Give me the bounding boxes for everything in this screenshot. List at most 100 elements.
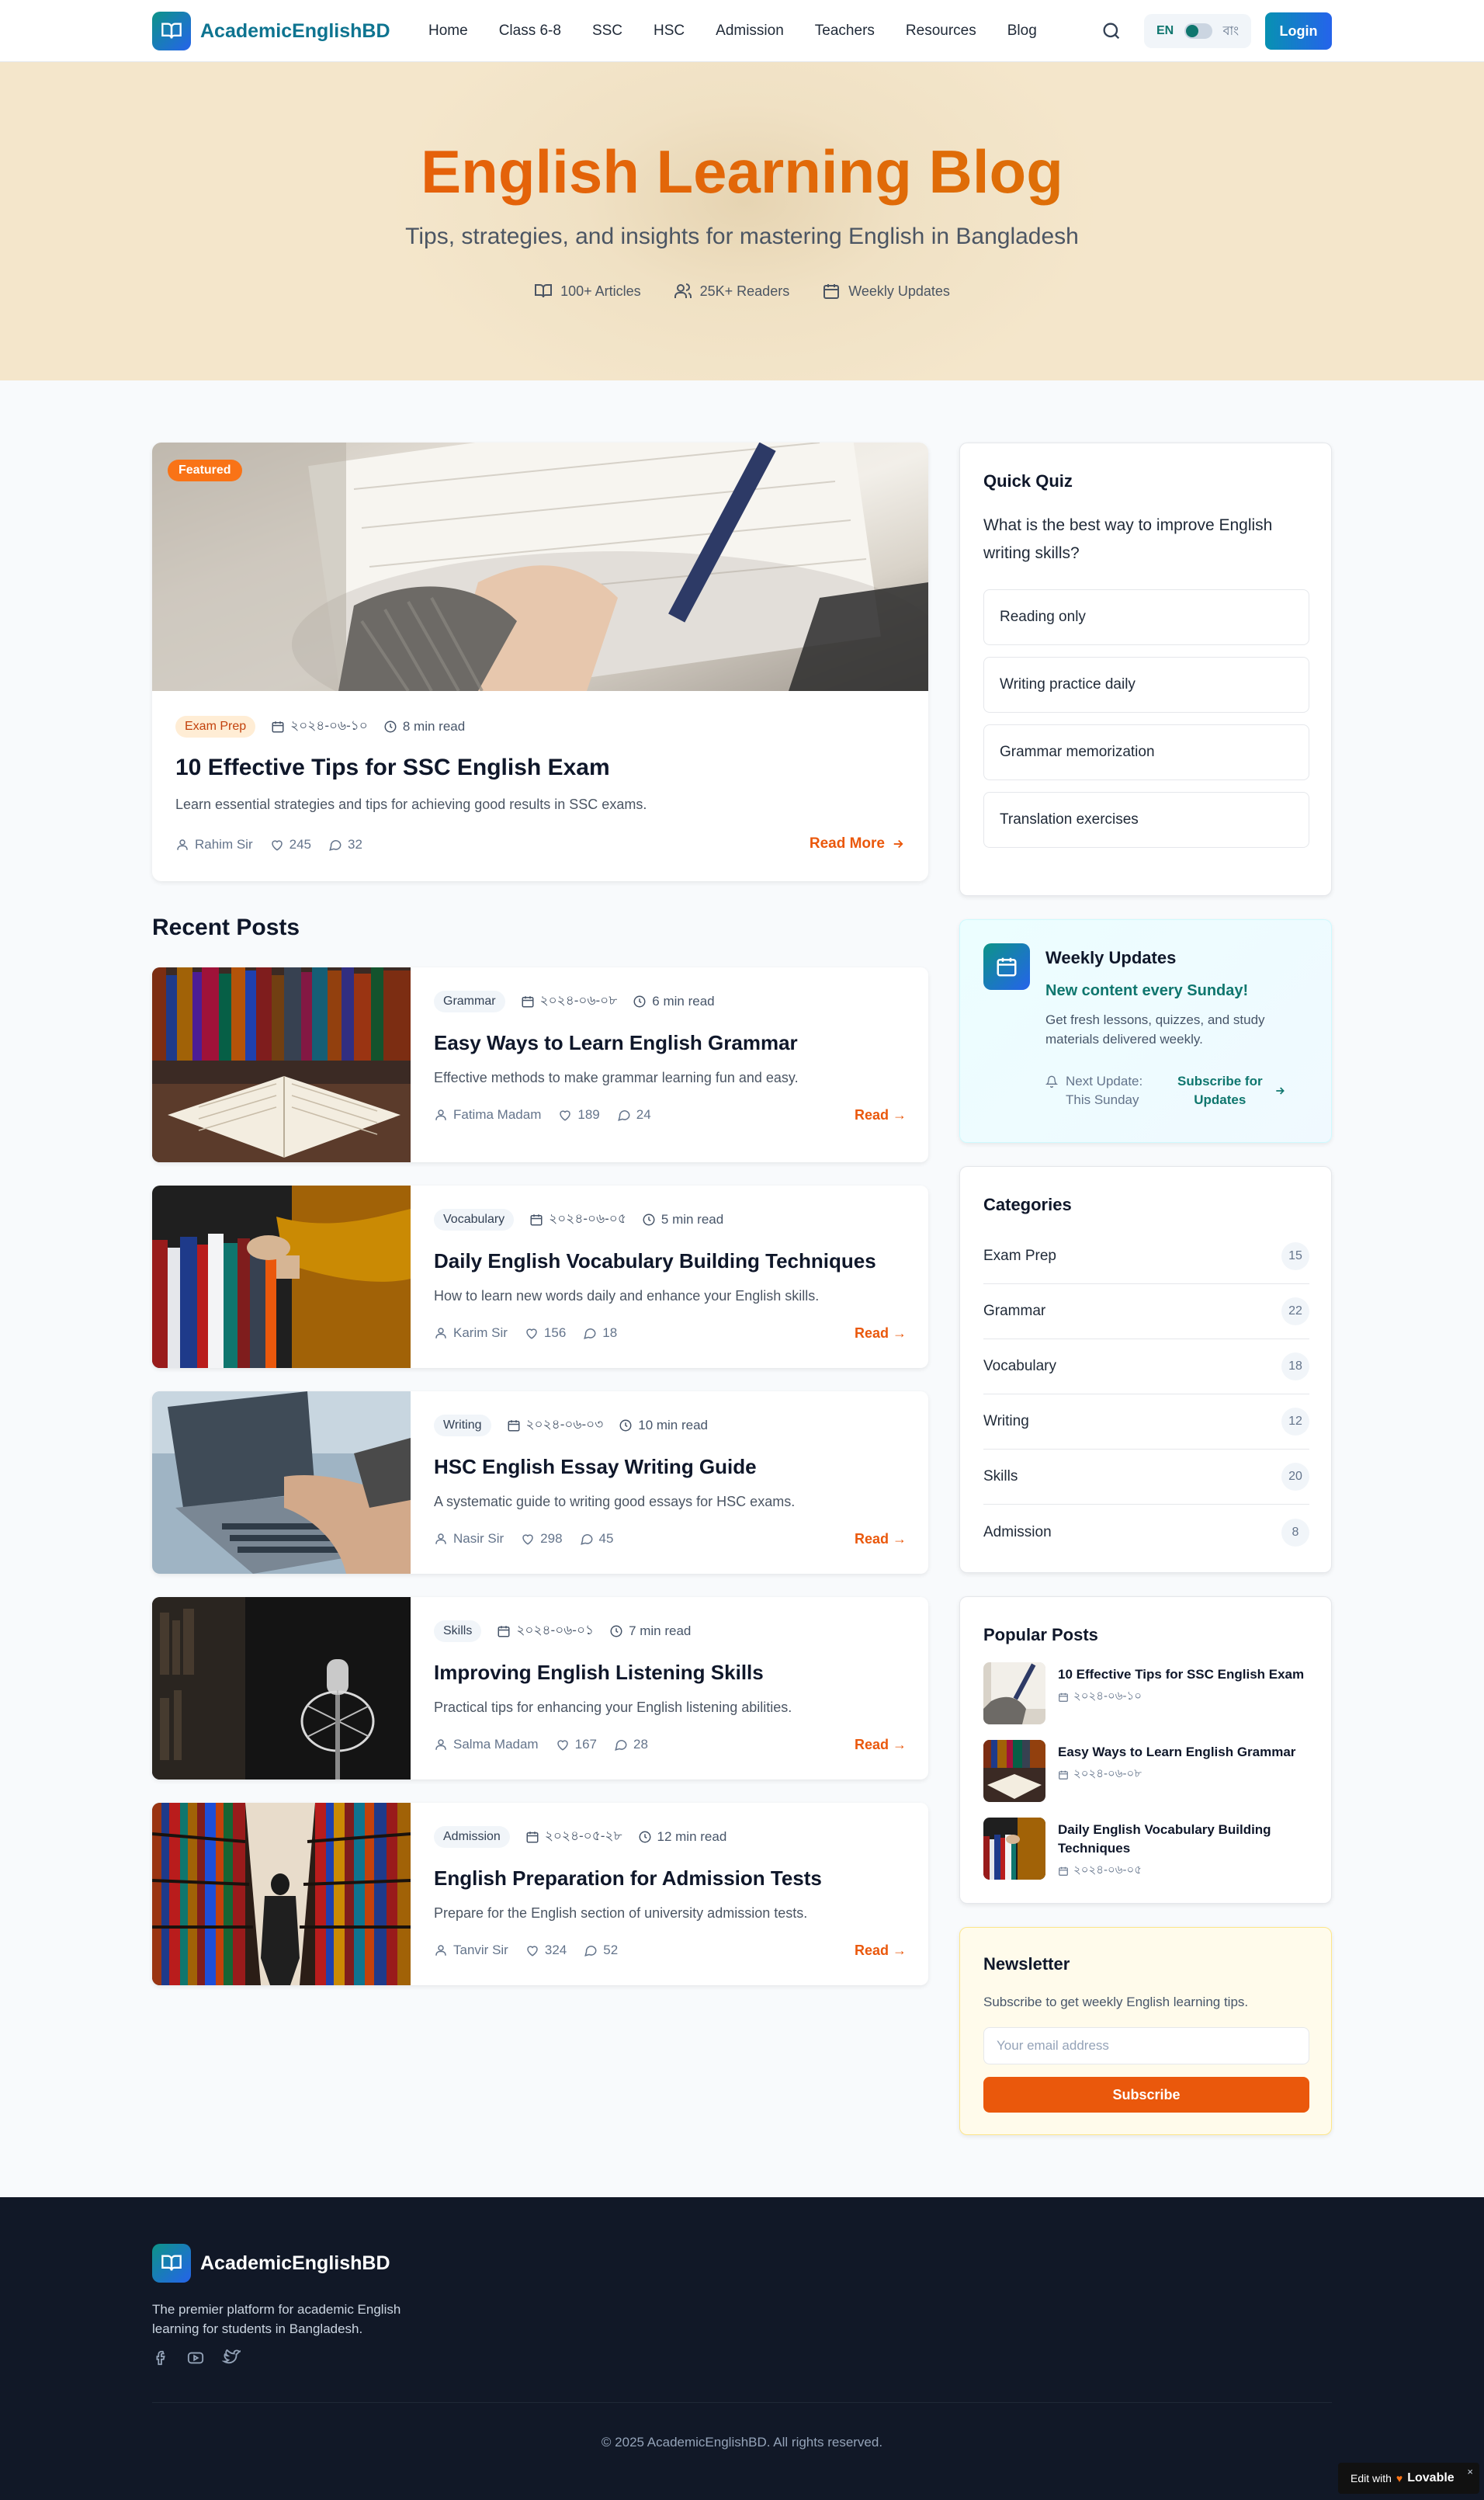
comments[interactable]: 45	[580, 1531, 613, 1547]
category-item[interactable]: Admission 8	[983, 1505, 1309, 1560]
read-link[interactable]: Read →	[855, 1737, 907, 1753]
likes[interactable]: 156	[525, 1325, 566, 1341]
post-date: ২০২৪-০৬-০৩	[507, 1415, 603, 1436]
nav-blog[interactable]: Blog	[1007, 23, 1037, 40]
post-card[interactable]: Skills ২০২৪-০৬-০১ 7 min read Improving E…	[152, 1597, 928, 1780]
nav-home[interactable]: Home	[428, 23, 468, 40]
post-title[interactable]: Daily English Vocabulary Building Techni…	[434, 1249, 876, 1273]
likes-count: 189	[577, 1107, 600, 1122]
post-card[interactable]: Writing ২০২৪-০৬-০৩ 10 min read HSC Engli…	[152, 1391, 928, 1574]
popular-post-date: ২০২৪-০৬-০৫	[1058, 1861, 1142, 1880]
popular-post-title: 10 Effective Tips for SSC English Exam	[1058, 1667, 1305, 1682]
post-card[interactable]: Admission ২০২৪-০৫-২৮ 12 min read English…	[152, 1803, 928, 1985]
quiz-option[interactable]: Writing practice daily	[983, 657, 1309, 713]
category-count: 15	[1281, 1242, 1309, 1270]
category-item[interactable]: Exam Prep 15	[983, 1229, 1309, 1284]
category-tag[interactable]: Admission	[434, 1826, 510, 1848]
read-link[interactable]: Read →	[855, 1107, 907, 1123]
stat-readers-label: 25K+ Readers	[699, 283, 790, 299]
twitter-icon[interactable]	[222, 2349, 241, 2366]
language-switch[interactable]	[1184, 23, 1212, 39]
likes[interactable]: 298	[521, 1531, 563, 1547]
nav-hsc[interactable]: HSC	[654, 23, 685, 40]
clock-icon	[639, 1831, 650, 1843]
nav-ssc[interactable]: SSC	[592, 23, 622, 40]
category-tag[interactable]: Exam Prep	[175, 716, 256, 738]
featured-post-card[interactable]: Featured Exam Prep ২০২৪-০৬-১০ 8 min read…	[152, 443, 928, 881]
likes[interactable]: 245	[270, 837, 311, 852]
search-icon[interactable]	[1101, 20, 1122, 42]
edit-with-lovable-badge[interactable]: Edit with ♥ Lovable ×	[1338, 2463, 1479, 2494]
category-tag[interactable]: Grammar	[434, 991, 505, 1012]
comments[interactable]: 18	[583, 1325, 617, 1341]
author: Nasir Sir	[434, 1531, 504, 1547]
footer-logo[interactable]: AcademicEnglishBD	[152, 2244, 390, 2283]
popular-post-title: Easy Ways to Learn English Grammar	[1058, 1745, 1296, 1759]
category-item[interactable]: Grammar 22	[983, 1284, 1309, 1339]
quiz-option[interactable]: Reading only	[983, 589, 1309, 645]
popular-post-item[interactable]: Easy Ways to Learn English Grammar ২০২৪-…	[983, 1740, 1309, 1804]
heart-icon	[522, 1534, 533, 1545]
comments[interactable]: 32	[328, 837, 362, 852]
post-card[interactable]: Grammar ২০২৪-০৬-০৮ 6 min read Easy Ways …	[152, 967, 928, 1162]
featured-title[interactable]: 10 Effective Tips for SSC English Exam	[175, 755, 610, 781]
stat-updates-label: Weekly Updates	[848, 283, 950, 299]
facebook-icon[interactable]	[152, 2349, 169, 2366]
featured-meta: Exam Prep ২০২৪-০৬-১০ 8 min read	[175, 716, 465, 738]
likes-count: 245	[289, 837, 311, 852]
popular-title: Popular Posts	[983, 1625, 1098, 1644]
newsletter-email-input[interactable]	[983, 2027, 1309, 2064]
language-toggle[interactable]: EN বাং	[1144, 14, 1251, 48]
category-item[interactable]: Skills 20	[983, 1450, 1309, 1505]
comments[interactable]: 24	[617, 1107, 651, 1123]
post-title[interactable]: Easy Ways to Learn English Grammar	[434, 1031, 798, 1055]
subscribe-updates-link[interactable]: Subscribe for Updates	[1177, 1072, 1286, 1109]
likes-count: 156	[543, 1325, 567, 1340]
heart-icon	[556, 1740, 568, 1751]
read-link[interactable]: Read →	[855, 1531, 907, 1547]
category-count: 18	[1281, 1352, 1309, 1380]
popular-post-item[interactable]: 10 Effective Tips for SSC English Exam ২…	[983, 1662, 1309, 1726]
likes-count: 324	[544, 1943, 567, 1957]
post-desc: A systematic guide to writing good essay…	[434, 1494, 796, 1509]
comments[interactable]: 52	[584, 1943, 618, 1958]
post-card[interactable]: Vocabulary ২০২৪-০৬-০৫ 5 min read Daily E…	[152, 1186, 928, 1368]
comments[interactable]: 28	[614, 1737, 648, 1752]
nav-teachers[interactable]: Teachers	[815, 23, 875, 40]
quiz-option[interactable]: Translation exercises	[983, 792, 1309, 848]
nav-resources[interactable]: Resources	[906, 23, 976, 40]
stat-updates: Weekly Updates	[822, 282, 950, 300]
quiz-option[interactable]: Grammar memorization	[983, 724, 1309, 780]
category-item[interactable]: Writing 12	[983, 1394, 1309, 1450]
post-title[interactable]: English Preparation for Admission Tests	[434, 1866, 822, 1891]
category-tag[interactable]: Skills	[434, 1620, 482, 1642]
subscribe-button[interactable]: Subscribe	[983, 2077, 1309, 2113]
hero-stats: 100+ Articles 25K+ Readers Weekly Update…	[0, 282, 1484, 300]
read-more-link[interactable]: Read More	[810, 835, 905, 852]
likes[interactable]: 189	[558, 1107, 600, 1123]
clock-icon	[384, 720, 397, 733]
login-button[interactable]: Login	[1265, 12, 1332, 50]
comments-count: 28	[633, 1737, 648, 1752]
user-icon	[435, 1328, 446, 1339]
post-date: ২০২৪-০৫-২৮	[525, 1826, 622, 1848]
likes-count: 167	[574, 1737, 597, 1752]
author-name: Rahim Sir	[195, 837, 253, 852]
popular-post-item[interactable]: Daily English Vocabulary Building Techni…	[983, 1818, 1309, 1881]
nav-admission[interactable]: Admission	[716, 23, 784, 40]
close-icon[interactable]: ×	[1467, 2466, 1473, 2477]
quick-quiz-card: Quick Quiz What is the best way to impro…	[959, 443, 1332, 896]
likes[interactable]: 324	[525, 1943, 567, 1958]
brand-name: AcademicEnglishBD	[200, 19, 390, 42]
read-link[interactable]: Read →	[855, 1325, 907, 1342]
read-link[interactable]: Read →	[855, 1943, 907, 1959]
post-title[interactable]: HSC English Essay Writing Guide	[434, 1455, 757, 1479]
brand-logo[interactable]: AcademicEnglishBD	[152, 12, 390, 50]
youtube-icon[interactable]	[186, 2349, 205, 2366]
post-title[interactable]: Improving English Listening Skills	[434, 1661, 764, 1685]
category-tag[interactable]: Writing	[434, 1415, 491, 1436]
category-tag[interactable]: Vocabulary	[434, 1209, 515, 1231]
nav-class-6-8[interactable]: Class 6-8	[499, 23, 561, 40]
likes[interactable]: 167	[556, 1737, 597, 1752]
category-item[interactable]: Vocabulary 18	[983, 1339, 1309, 1394]
